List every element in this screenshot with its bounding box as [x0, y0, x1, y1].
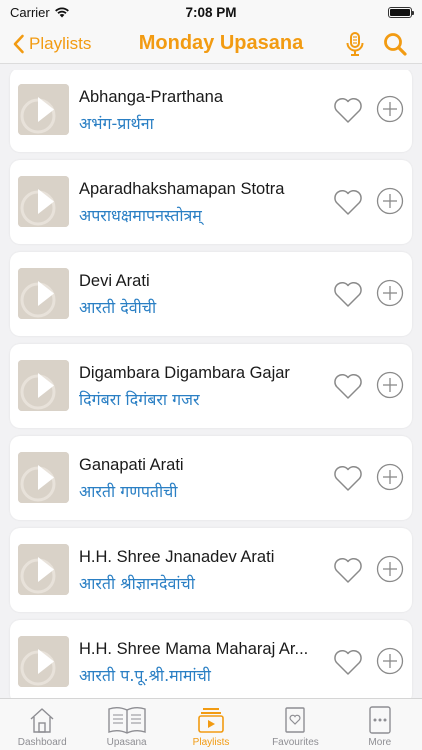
track-texts: H.H. Shree Mama Maharaj Ar... आरती प.पू.श…: [79, 638, 329, 686]
tab-dashboard-label: Dashboard: [17, 737, 67, 748]
play-thumbnail-icon: [18, 636, 69, 687]
battery-icon: [388, 6, 414, 18]
heart-icon[interactable]: [332, 555, 364, 585]
page-title: Monday Upasana: [138, 32, 304, 54]
track-thumbnail[interactable]: [18, 360, 69, 411]
track-title: H.H. Shree Mama Maharaj Ar...: [79, 640, 309, 658]
track-title: Digambara Digambara Gajar: [79, 364, 290, 382]
track-texts: Ganapati Arati आरती गणपतीची: [79, 454, 329, 502]
search-icon[interactable]: [382, 31, 408, 57]
tab-favourites-label: Favourites: [272, 737, 319, 748]
chevron-left-icon: [13, 34, 24, 53]
track-thumbnail[interactable]: [18, 176, 69, 227]
track-subtitle: आरती प.पू.श्री.मामांची: [79, 666, 211, 685]
tab-upasana-label: Upasana: [106, 737, 147, 748]
playlist-icon: [198, 708, 224, 733]
tab-more-label: More: [368, 737, 392, 748]
track-row[interactable]: Ganapati Arati आरती गणपतीची: [10, 436, 412, 520]
add-to-playlist-icon[interactable]: [376, 187, 404, 215]
track-title: Devi Arati: [79, 272, 150, 290]
tab-more[interactable]: More: [338, 699, 422, 750]
wifi-icon: [54, 7, 69, 18]
play-thumbnail-icon: [18, 544, 69, 595]
track-row[interactable]: Abhanga-Prarthana अभंग-प्रार्थना: [10, 70, 412, 152]
track-texts: Digambara Digambara Gajar दिगंबरा दिगंबरा…: [79, 362, 329, 410]
track-thumbnail[interactable]: [18, 544, 69, 595]
play-thumbnail-icon: [18, 84, 69, 135]
track-subtitle: आरती गणपतीची: [79, 482, 178, 501]
add-to-playlist-icon[interactable]: [376, 279, 404, 307]
heart-icon[interactable]: [332, 463, 364, 493]
back-button[interactable]: Playlists: [0, 34, 110, 54]
track-title: Ganapati Arati: [79, 456, 184, 474]
track-row[interactable]: Devi Arati आरती देवीची: [10, 252, 412, 336]
book-icon: [107, 707, 146, 734]
track-subtitle: अभंग-प्रार्थना: [79, 114, 154, 133]
tab-upasana[interactable]: Upasana: [84, 699, 168, 750]
track-thumbnail[interactable]: [18, 636, 69, 687]
status-left: Carrier: [10, 5, 160, 20]
home-icon: [30, 708, 54, 733]
play-thumbnail-icon: [18, 360, 69, 411]
track-row[interactable]: H.H. Shree Jnanadev Arati आरती श्रीज्ञानद…: [10, 528, 412, 612]
track-row[interactable]: Aparadhakshamapan Stotra अपराधक्षमापनस्तो…: [10, 160, 412, 244]
status-right: [262, 6, 414, 18]
tab-playlists[interactable]: Playlists: [169, 699, 253, 750]
tab-favourites[interactable]: Favourites: [253, 699, 337, 750]
tab-dashboard[interactable]: Dashboard: [0, 699, 84, 750]
track-title: Abhanga-Prarthana: [79, 88, 224, 106]
add-to-playlist-icon[interactable]: [376, 95, 404, 123]
track-subtitle: आरती देवीची: [79, 298, 157, 317]
more-icon: [369, 706, 391, 734]
status-bar: Carrier 7:08 PM: [0, 0, 422, 24]
track-thumbnail[interactable]: [18, 84, 69, 135]
play-thumbnail-icon: [18, 452, 69, 503]
play-thumbnail-icon: [18, 176, 69, 227]
track-title: Aparadhakshamapan Stotra: [79, 180, 285, 198]
play-thumbnail-icon: [18, 268, 69, 319]
track-row[interactable]: H.H. Shree Mama Maharaj Ar... आरती प.पू.श…: [10, 620, 412, 698]
track-thumbnail[interactable]: [18, 452, 69, 503]
tab-playlists-label: Playlists: [192, 737, 230, 748]
track-list[interactable]: Abhanga-Prarthana अभंग-प्रार्थना Aparadhak…: [0, 70, 422, 698]
nav-actions: [332, 31, 422, 57]
carrier-label: Carrier: [10, 4, 50, 20]
back-button-label: Playlists: [29, 33, 92, 53]
microphone-icon[interactable]: [342, 31, 368, 57]
heart-icon[interactable]: [332, 647, 364, 677]
track-texts: Devi Arati आरती देवीची: [79, 270, 329, 318]
status-time: 7:08 PM: [185, 4, 237, 20]
add-to-playlist-icon[interactable]: [376, 371, 404, 399]
heart-icon[interactable]: [332, 95, 364, 125]
track-subtitle: आरती श्रीज्ञानदेवांची: [79, 574, 195, 593]
tab-bar: Dashboard Upasana Playlists Favourites M…: [0, 698, 422, 750]
track-texts: Abhanga-Prarthana अभंग-प्रार्थना: [79, 86, 329, 134]
heart-icon[interactable]: [332, 371, 364, 401]
track-thumbnail[interactable]: [18, 268, 69, 319]
track-title: H.H. Shree Jnanadev Arati: [79, 548, 275, 566]
track-texts: Aparadhakshamapan Stotra अपराधक्षमापनस्तो…: [79, 178, 329, 226]
navigation-bar: Playlists Monday Upasana: [0, 24, 422, 64]
add-to-playlist-icon[interactable]: [376, 555, 404, 583]
add-to-playlist-icon[interactable]: [376, 647, 404, 675]
track-subtitle: दिगंबरा दिगंबरा गजर: [79, 390, 200, 409]
track-subtitle: अपराधक्षमापनस्तोत्रम्: [79, 206, 202, 225]
heart-icon[interactable]: [332, 187, 364, 217]
heart-icon[interactable]: [332, 279, 364, 309]
track-row[interactable]: Digambara Digambara Gajar दिगंबरा दिगंबरा…: [10, 344, 412, 428]
favourites-icon: [285, 707, 306, 733]
add-to-playlist-icon[interactable]: [376, 463, 404, 491]
track-texts: H.H. Shree Jnanadev Arati आरती श्रीज्ञानद…: [79, 546, 329, 594]
